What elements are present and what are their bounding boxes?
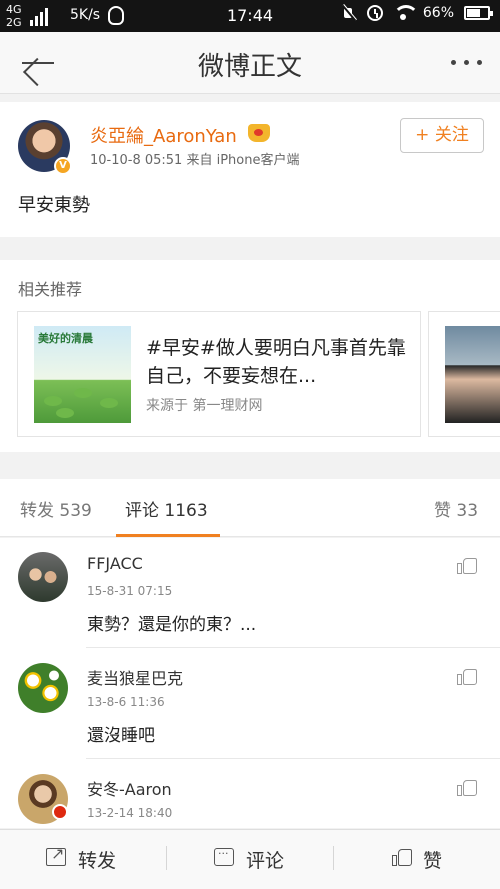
like-button[interactable]: 赞 — [423, 846, 442, 873]
comment-text: 東勢？還是你的東？... — [87, 615, 257, 635]
repost-button[interactable]: 转发 — [78, 846, 116, 873]
wifi-icon — [392, 5, 419, 21]
comment-icon[interactable] — [214, 847, 234, 866]
vip-crown-icon — [248, 124, 270, 142]
comment-time: 13-2-14 18:40 — [87, 806, 173, 820]
comment-text: 還沒睡吧 — [87, 726, 155, 746]
region-badge-icon — [52, 804, 68, 820]
comment-button[interactable]: 评论 — [246, 846, 284, 873]
more-options-icon[interactable] — [451, 60, 482, 65]
comment-time: 15-8-31 07:15 — [87, 584, 173, 598]
commenter-avatar[interactable] — [18, 663, 68, 713]
like-icon[interactable] — [392, 848, 412, 866]
related-title: 相关推荐 — [18, 280, 83, 299]
thumbnail-label: 美好的清晨 — [38, 332, 93, 345]
commenter-name[interactable]: 麦当狼星巴克 — [87, 665, 183, 689]
follow-button[interactable]: + 关注 — [400, 118, 484, 153]
like-icon[interactable] — [457, 666, 477, 686]
divider — [166, 846, 167, 870]
like-icon[interactable] — [457, 555, 477, 575]
divider — [86, 647, 500, 648]
page-title: 微博正文 — [197, 52, 302, 82]
battery-percent: 66% — [422, 5, 454, 21]
related-card-title[interactable]: #早安#做人要明白凡事首先靠自己，不要妄想在... — [146, 334, 408, 390]
status-bar: 4G 2G 5K/s 17:44 66% — [0, 0, 500, 32]
tab-like[interactable]: 赞 33 — [434, 496, 478, 521]
commenter-avatar[interactable] — [18, 552, 68, 602]
alarm-icon — [366, 5, 383, 21]
post-text: 早安東勢 — [18, 195, 90, 216]
post-meta: 10-10-8 05:51 来自 iPhone客户端 — [90, 153, 300, 168]
commenter-name[interactable]: FFJACC — [87, 554, 143, 573]
related-card-source: 来源于 第一理财网 — [146, 398, 263, 414]
repost-icon[interactable] — [46, 844, 66, 866]
battery-icon — [464, 6, 493, 20]
related-thumbnail: 美好的清晨 — [34, 326, 131, 423]
tab-comment[interactable]: 评论 1163 — [125, 496, 208, 521]
divider — [333, 846, 334, 870]
divider — [86, 758, 500, 759]
like-icon[interactable] — [457, 777, 477, 797]
tab-repost[interactable]: 转发 539 — [20, 496, 92, 521]
related-thumbnail-next — [445, 326, 500, 423]
mute-icon — [341, 5, 357, 21]
active-tab-indicator — [116, 534, 220, 537]
nav-bar: 微博正文 — [0, 32, 500, 94]
comment-time: 13-8-6 11:36 — [87, 695, 165, 709]
commenter-name[interactable]: 安冬-Aaron — [87, 776, 172, 800]
author-name[interactable]: 炎亞綸_AaronYan — [90, 122, 237, 148]
verified-badge-icon: V — [54, 157, 72, 175]
comment-list — [0, 538, 500, 828]
